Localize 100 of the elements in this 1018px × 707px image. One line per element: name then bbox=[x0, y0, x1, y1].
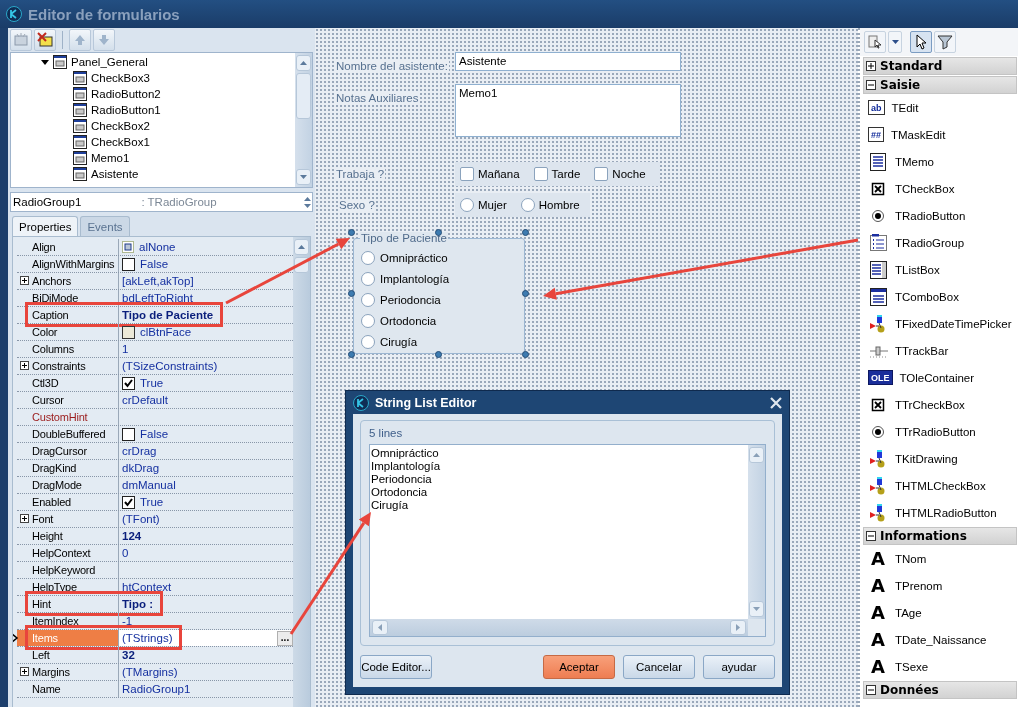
radio-button[interactable] bbox=[361, 271, 375, 286]
property-name[interactable]: DragKind bbox=[17, 460, 119, 476]
tree-item[interactable]: Panel_General bbox=[11, 54, 295, 70]
resize-handle[interactable] bbox=[522, 351, 529, 358]
palette-item[interactable]: OLE TOleContainer bbox=[860, 364, 1018, 391]
scrollbar[interactable] bbox=[370, 619, 748, 636]
tree-item[interactable]: CheckBox3 bbox=[11, 70, 295, 86]
property-name[interactable]: Font bbox=[17, 511, 119, 527]
dialog-button[interactable]: Aceptar bbox=[543, 655, 615, 679]
property-name[interactable]: CustomHint bbox=[17, 409, 119, 425]
select-tool-button[interactable] bbox=[864, 31, 886, 53]
tab[interactable]: Events bbox=[80, 216, 130, 236]
property-name[interactable]: Align bbox=[17, 239, 119, 255]
palette-item[interactable]: A TSexe bbox=[860, 653, 1018, 680]
palette-item[interactable]: ab TEdit bbox=[860, 94, 1018, 121]
property-name[interactable]: Columns bbox=[17, 341, 119, 357]
palette-item[interactable]: TTrRadioButton bbox=[860, 418, 1018, 445]
category-header[interactable]: Données bbox=[863, 681, 1017, 699]
property-name[interactable]: Margins bbox=[17, 664, 119, 680]
text-field[interactable]: Asistente bbox=[455, 52, 681, 71]
move-down-button[interactable] bbox=[93, 29, 115, 51]
tree-item[interactable]: CheckBox2 bbox=[11, 118, 295, 134]
resize-handle[interactable] bbox=[435, 229, 442, 236]
property-name[interactable]: Name bbox=[17, 681, 119, 697]
palette-item[interactable]: TKitDrawing bbox=[860, 445, 1018, 472]
property-name[interactable]: Constraints bbox=[17, 358, 119, 374]
resize-handle[interactable] bbox=[348, 351, 355, 358]
scrollbar[interactable] bbox=[748, 445, 765, 619]
component-selector[interactable]: RadioGroup1 : TRadioGroup bbox=[10, 192, 313, 212]
palette-item[interactable]: THTMLRadioButton bbox=[860, 499, 1018, 526]
move-up-button[interactable] bbox=[69, 29, 91, 51]
palette-item[interactable]: TListBox bbox=[860, 256, 1018, 283]
resize-handle[interactable] bbox=[348, 290, 355, 297]
radio-button[interactable] bbox=[460, 198, 474, 212]
resize-handle[interactable] bbox=[348, 229, 355, 236]
property-name[interactable]: DoubleBuffered bbox=[17, 426, 119, 442]
dialog-button[interactable]: ayudar bbox=[703, 655, 775, 679]
tab[interactable]: Properties bbox=[12, 216, 79, 236]
radio-button[interactable] bbox=[361, 334, 375, 349]
palette-item[interactable]: TMemo bbox=[860, 148, 1018, 175]
pointer-tool-button[interactable] bbox=[910, 31, 932, 53]
property-name[interactable]: Cursor bbox=[17, 392, 119, 408]
property-name[interactable]: ItemIndex bbox=[17, 613, 119, 629]
palette-item[interactable]: A TNom bbox=[860, 545, 1018, 572]
dialog-button[interactable]: Cancelar bbox=[623, 655, 695, 679]
property-name[interactable]: Hint bbox=[17, 596, 119, 612]
scrollbar-thumb[interactable] bbox=[296, 73, 311, 119]
ellipsis-button[interactable]: ... bbox=[277, 630, 293, 646]
palette-item[interactable]: ## TMaskEdit bbox=[860, 121, 1018, 148]
palette-item[interactable]: A TPrenom bbox=[860, 572, 1018, 599]
property-name[interactable]: HelpKeyword bbox=[17, 562, 119, 578]
close-icon[interactable] bbox=[770, 396, 782, 409]
radio-button[interactable] bbox=[361, 250, 375, 265]
tree-item[interactable]: Asistente bbox=[11, 166, 295, 182]
tree-item[interactable]: RadioButton2 bbox=[11, 86, 295, 102]
category-header[interactable]: Saisie bbox=[863, 76, 1017, 94]
radio-button[interactable] bbox=[361, 292, 375, 307]
property-name[interactable]: Enabled bbox=[17, 494, 119, 510]
property-name[interactable]: DragCursor bbox=[17, 443, 119, 459]
dropdown-button[interactable] bbox=[888, 31, 902, 53]
filter-tool-button[interactable] bbox=[934, 31, 956, 53]
radio-button[interactable] bbox=[361, 313, 375, 328]
resize-handle[interactable] bbox=[522, 229, 529, 236]
palette-item[interactable]: A TDate_Naissance bbox=[860, 626, 1018, 653]
property-name[interactable]: DragMode bbox=[17, 477, 119, 493]
palette-item[interactable]: TComboBox bbox=[860, 283, 1018, 310]
property-name[interactable]: Caption bbox=[17, 307, 119, 323]
tree-item[interactable]: RadioButton1 bbox=[11, 102, 295, 118]
palette-item[interactable]: TTrackBar bbox=[860, 337, 1018, 364]
resize-handle[interactable] bbox=[522, 290, 529, 297]
category-header[interactable]: Informations bbox=[863, 527, 1017, 545]
checkbox[interactable] bbox=[533, 167, 548, 181]
palette-item[interactable]: TCheckBox bbox=[860, 175, 1018, 202]
palette-item[interactable]: TRadioButton bbox=[860, 202, 1018, 229]
dialog-button[interactable]: Code Editor... bbox=[360, 655, 432, 679]
palette-item[interactable]: A TAge bbox=[860, 599, 1018, 626]
property-value[interactable]: (TStrings) bbox=[122, 632, 173, 644]
checkbox[interactable] bbox=[460, 167, 474, 181]
property-name[interactable]: AlignWithMargins bbox=[17, 256, 119, 272]
property-name[interactable]: Height bbox=[17, 528, 119, 544]
tree-item[interactable]: CheckBox1 bbox=[11, 134, 295, 150]
palette-item[interactable]: TTrCheckBox bbox=[860, 391, 1018, 418]
property-name[interactable]: Anchors bbox=[17, 273, 119, 289]
checkbox[interactable] bbox=[594, 167, 609, 181]
property-name[interactable]: BiDiMode bbox=[17, 290, 119, 306]
palette-item[interactable]: THTMLCheckBox bbox=[860, 472, 1018, 499]
category-header[interactable]: Standard bbox=[863, 57, 1017, 75]
palette-item[interactable]: TFixedDateTimePicker bbox=[860, 310, 1018, 337]
delete-component-button[interactable] bbox=[34, 29, 56, 51]
property-name[interactable]: HelpContext bbox=[17, 545, 119, 561]
radio-button[interactable] bbox=[520, 198, 535, 212]
tree-item[interactable]: Memo1 bbox=[11, 150, 295, 166]
scrollbar[interactable] bbox=[293, 237, 310, 707]
property-name[interactable]: Ctl3D bbox=[17, 375, 119, 391]
property-name[interactable]: Left bbox=[17, 647, 119, 663]
palette-item[interactable]: TRadioGroup bbox=[860, 229, 1018, 256]
property-name[interactable]: Color bbox=[17, 324, 119, 340]
scrollbar[interactable] bbox=[295, 53, 312, 187]
text-area[interactable]: Omnipráctico Implantología Periodoncia Ortodoncia Cirugía bbox=[369, 444, 766, 637]
resize-handle[interactable] bbox=[435, 351, 442, 358]
